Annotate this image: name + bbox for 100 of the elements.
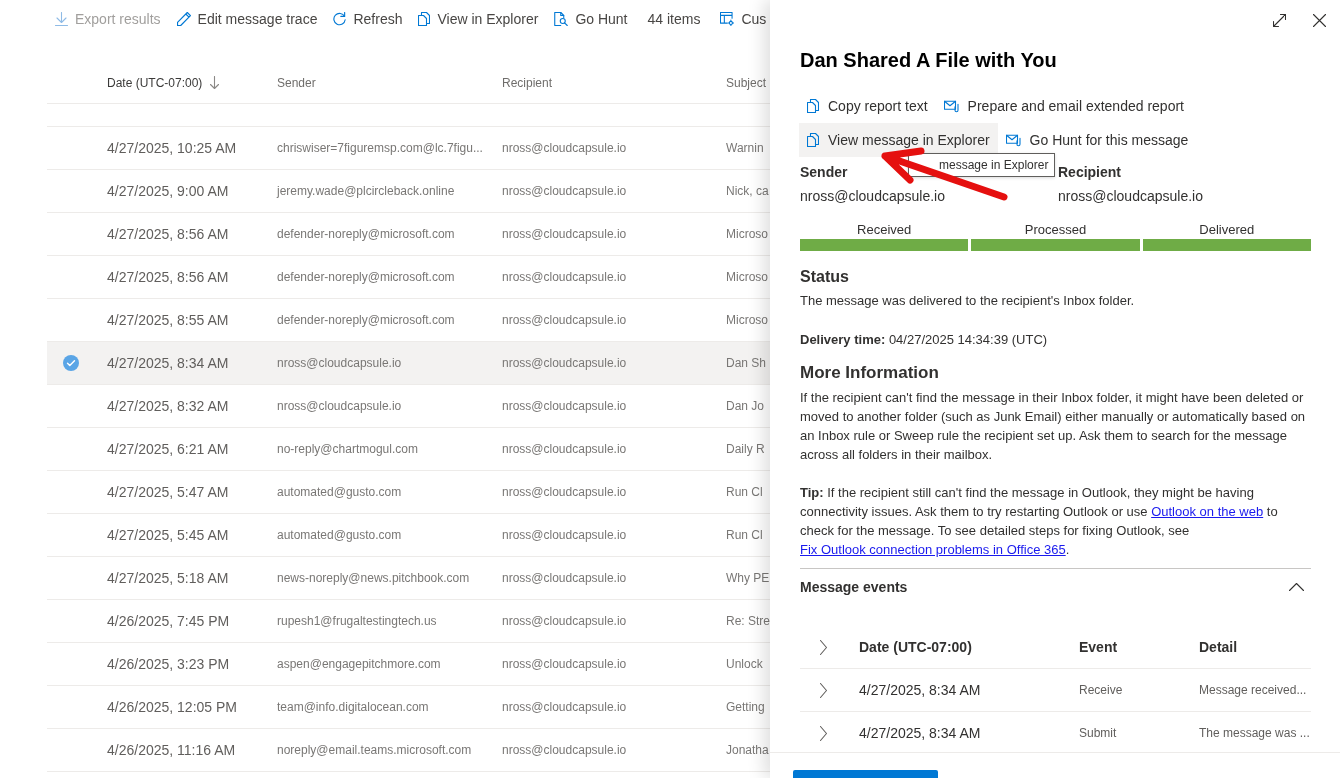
recipient-cell-text: nross@cloudcapsule.io [502,184,628,198]
message-row[interactable]: 4/27/2025, 5:18 AM news-noreply@news.pitchbook.com nross@cloudcapsule.io Why PE [47,557,770,600]
recipient-cell-text: nross@cloudcapsule.io [502,657,628,671]
chevron-right-icon[interactable] [820,725,827,741]
field-label: Recipient [1058,163,1121,181]
date-cell-text: 4/27/2025, 10:25 AM [107,140,238,156]
expand-icon[interactable] [1273,13,1286,27]
subject-cell-text: Microso [726,270,769,284]
message-row[interactable]: 4/27/2025, 6:21 AM no-reply@chartmogul.com nross@cloudcapsule.io Daily R [47,428,770,471]
message-row[interactable]: 4/26/2025, 11:16 AM noreply@email.teams.microsoft.com nross@cloudcapsule.io Jonatha [47,729,770,772]
recipient-cell-text: nross@cloudcapsule.io [502,313,628,327]
message-row[interactable]: 4/27/2025, 5:45 AM automated@gusto.com nross@cloudcapsule.io Run Cl [47,514,770,557]
date-cell-text: 4/27/2025, 8:56 AM [107,269,230,285]
sender-cell-text: team@info.digitalocean.com [277,700,430,714]
view-in-explorer-button[interactable]: View message in Explorer [799,123,998,157]
column-header[interactable]: Date (UTC-07:00) [107,75,277,90]
message-row[interactable]: 4/27/2025, 8:56 AM defender-noreply@microsoft.com nross@cloudcapsule.io Microso [47,256,770,299]
sender-cell-text: defender-noreply@microsoft.com [277,313,456,327]
recipient-cell-text: nross@cloudcapsule.io [502,442,628,456]
go-hunt-button[interactable]: Go Hunt [554,11,628,27]
subject-cell: Why PE [726,571,770,585]
date-cell-text: 4/27/2025, 5:45 AM [107,527,230,543]
table-settings-icon [720,12,735,26]
chevron-right-icon[interactable] [820,682,827,698]
message-row[interactable]: 4/27/2025, 8:34 AM nross@cloudcapsule.io nross@cloudcapsule.io Dan Sh [47,342,770,385]
date-cell-text: 4/27/2025, 5:47 AM [107,484,230,500]
section-heading: Status [800,268,850,286]
step-label: Processed [1024,221,1087,239]
help-link[interactable]: Fix Outlook connection problems in Office 365 [800,542,1066,557]
refresh-button[interactable]: Refresh [333,11,403,27]
date-cell-text: 4/26/2025, 7:45 PM [107,613,231,629]
sender-cell-text: nross@cloudcapsule.io [277,399,403,413]
column-header[interactable]: Recipient [502,75,726,90]
subject-cell-text: Daily R [726,442,766,456]
message-row[interactable]: 4/27/2025, 5:47 AM automated@gusto.com nross@cloudcapsule.io Run Cl [47,471,770,514]
event-type-cell-text: Submit [1079,726,1118,740]
copy-report-button[interactable]: Copy report text [799,89,936,123]
subject-cell-text: Getting [726,700,766,714]
sender-cell-text: automated@gusto.com [277,485,403,499]
subject-cell-text: Dan Sh [726,356,768,370]
message-row[interactable]: 4/26/2025, 7:45 PM rupesh1@frugaltestingtech.us nross@cloudcapsule.io Re: Stre [47,600,770,643]
message-row[interactable]: 4/26/2025, 12:05 PM team@info.digitalocean.com nross@cloudcapsule.io Getting [47,686,770,729]
recipient-cell-text: nross@cloudcapsule.io [502,399,628,413]
date-cell-text: 4/26/2025, 12:05 PM [107,699,238,715]
recipient-cell-text: nross@cloudcapsule.io [502,270,628,284]
subject-cell: Nick, ca [726,184,770,198]
info-paragraph: If the recipient can't find the message in their Inbox folder, it might have been deleted or moved to another folder (such as Junk Email) either manually or automatically based on an Inbox rule or Sweep rule the recipient set up. Ask them to search for the message across all folders in their mailbox. [800,389,1307,464]
chevron-right-icon[interactable] [820,639,827,655]
message-row[interactable]: 4/27/2025, 9:00 AM jeremy.wade@plcircleback.online nross@cloudcapsule.io Nick, ca [47,170,770,213]
event-date-cell-text: 4/27/2025, 8:34 AM [859,682,982,698]
date-cell-text: 4/26/2025, 3:23 PM [107,656,231,672]
step-label: Received [857,221,912,239]
sender-cell-text: defender-noreply@microsoft.com [277,227,456,241]
message-row[interactable]: 4/27/2025, 10:25 AM chriswiser=7figuremsp.com@lc.7figu... nross@cloudcapsule.io Warnin [47,127,770,170]
column-header[interactable]: Subject [726,75,770,90]
date-cell-text: 4/27/2025, 8:55 AM [107,312,230,328]
column-header: Detail [1199,639,1239,655]
email-report-button[interactable]: Prepare and email extended report [935,89,1192,123]
subject-cell-text: Run Cl [726,485,764,499]
close-icon[interactable] [1313,13,1326,27]
subject-cell-text: Unlock [726,657,764,671]
sender-cell-text: no-reply@chartmogul.com [277,442,419,456]
chevron-up-icon[interactable] [1289,583,1304,591]
subject-cell-text: Dan Jo [726,399,766,413]
sender-cell-text: nross@cloudcapsule.io [277,356,403,370]
recipient-cell-text: nross@cloudcapsule.io [502,528,628,542]
customize-button[interactable]: Cus [720,11,767,27]
column-header[interactable]: Sender [277,75,502,90]
date-cell-text: 4/27/2025, 8:56 AM [107,226,230,242]
sort-arrow-icon [210,76,220,89]
sender-cell-text: news-noreply@news.pitchbook.com [277,571,471,585]
section-heading: Message events [800,579,908,595]
date-cell-text: 4/27/2025, 9:00 AM [107,183,230,199]
subject-cell-text: Warnin [726,141,765,155]
date-cell-text: 4/27/2025, 5:18 AM [107,570,230,586]
sender-cell-text: jeremy.wade@plcircleback.online [277,184,456,198]
date-cell-text: 4/27/2025, 8:34 AM [107,355,230,371]
recipient-cell-text: nross@cloudcapsule.io [502,356,628,370]
view-in-explorer-button[interactable]: View in Explorer [418,11,539,27]
edit-trace-button[interactable]: Edit message trace [176,11,318,27]
event-type-cell-text: Receive [1079,683,1124,697]
recipient-cell-text: nross@cloudcapsule.io [502,700,628,714]
status-text: The message was delivered to the recipient's Inbox folder. [800,292,1136,310]
message-row[interactable]: 4/26/2025, 3:23 PM aspen@engagepitchmore.com nross@cloudcapsule.io Unlock [47,643,770,686]
tooltip: message in Explorer [908,153,1056,177]
field-label: Sender [800,163,848,181]
panel-title: Dan Shared A File with You [800,48,1058,72]
copy-icon [418,12,431,26]
column-header: Event [1079,639,1119,655]
selected-check-icon[interactable] [63,355,79,371]
message-row[interactable]: 4/27/2025, 8:56 AM defender-noreply@microsoft.com nross@cloudcapsule.io Microso [47,213,770,256]
recipient-cell-text: nross@cloudcapsule.io [502,743,628,757]
tip-paragraph: Tip: If the recipient still can't find the message in Outlook, they might be having connectivity issues. Ask them to try restarting Outlook or use Outlook on the web to check for the message. To see detailed steps for fixing Outlook, see Fix Outlook connection problems in Office 365. [800,484,1279,559]
mail-attachment-icon [943,99,959,113]
message-row[interactable]: 4/27/2025, 8:32 AM nross@cloudcapsule.io nross@cloudcapsule.io Dan Jo [47,385,770,428]
date-cell-text: 4/27/2025, 8:32 AM [107,398,230,414]
recipient-cell-text: nross@cloudcapsule.io [502,485,628,499]
recipient-cell-text: nross@cloudcapsule.io [502,571,628,585]
help-link[interactable]: Outlook on the web [1151,504,1264,519]
event-date-cell-text: 4/27/2025, 8:34 AM [859,725,982,741]
